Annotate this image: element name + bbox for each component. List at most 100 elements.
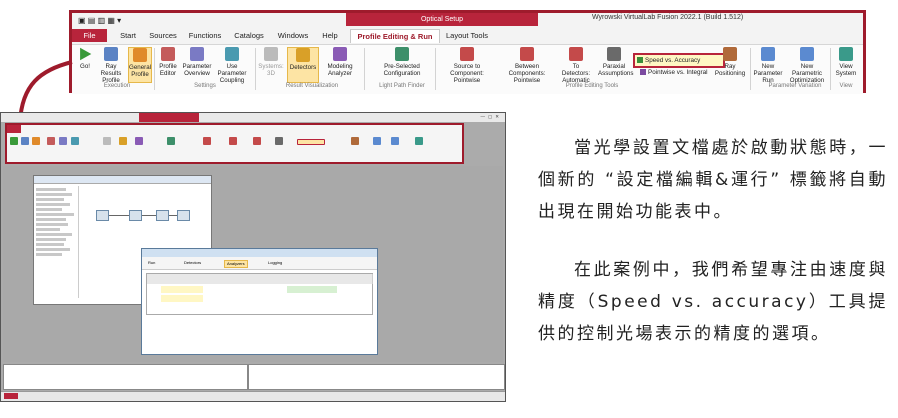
mini-optimization-icon[interactable] bbox=[391, 137, 399, 145]
modeling-analyzer-button[interactable]: Modeling Analyzer bbox=[322, 47, 358, 77]
source-node[interactable] bbox=[96, 210, 109, 221]
window-controls[interactable]: —▢✕ bbox=[480, 114, 502, 120]
component-node[interactable] bbox=[129, 210, 142, 221]
profile-table[interactable] bbox=[146, 273, 373, 315]
logging-button[interactable]: Logging bbox=[266, 260, 284, 266]
view-system-3d-icon bbox=[839, 47, 853, 61]
table-row[interactable] bbox=[287, 286, 337, 293]
new-parametric-optimization-button[interactable]: New Parametric Optimization bbox=[786, 47, 828, 84]
mini-paraxial-icon[interactable] bbox=[275, 137, 283, 145]
component-tree[interactable] bbox=[36, 186, 79, 298]
mini-run-icon[interactable] bbox=[373, 137, 381, 145]
profile-editor-toolbar: Run Detectors Analyzers Logging bbox=[142, 257, 377, 270]
optical-setup-header bbox=[34, 176, 211, 184]
table-header bbox=[147, 274, 204, 284]
pre-selected-configuration-icon bbox=[395, 47, 409, 61]
tab-functions[interactable]: Functions bbox=[185, 29, 225, 42]
ray-results-profile-button[interactable]: Ray Results Profile bbox=[96, 47, 126, 84]
new-parameter-run-button[interactable]: New Parameter Run bbox=[752, 47, 784, 84]
separator bbox=[364, 48, 365, 90]
mini-view-icon[interactable] bbox=[415, 137, 423, 145]
mini-analyzer-icon[interactable] bbox=[135, 137, 143, 145]
mini-overview-icon[interactable] bbox=[59, 137, 67, 145]
source-to-component-icon bbox=[460, 47, 474, 61]
use-parameter-coupling-button[interactable]: Use Parameter Coupling bbox=[214, 47, 250, 84]
mini-ray-icon[interactable] bbox=[21, 137, 29, 145]
paraxial-assumptions-icon bbox=[607, 47, 621, 61]
parameter-overview-button[interactable]: Parameter Overview bbox=[182, 47, 212, 77]
detector-node[interactable] bbox=[177, 210, 190, 221]
analyzers-button[interactable]: Analyzers bbox=[224, 260, 248, 268]
table-header bbox=[287, 274, 338, 284]
pre-selected-configuration-button[interactable]: Pre-Selected Configuration bbox=[372, 47, 432, 77]
table-header bbox=[203, 274, 288, 284]
tab-sources[interactable]: Sources bbox=[146, 29, 180, 42]
group-light-path-finder: Light Path Finder bbox=[379, 83, 425, 89]
tab-help[interactable]: Help bbox=[318, 29, 342, 42]
app-context-tab bbox=[139, 113, 199, 122]
separator bbox=[154, 48, 155, 90]
play-icon bbox=[80, 47, 92, 61]
mini-positioning-icon[interactable] bbox=[351, 137, 359, 145]
group-view: View bbox=[839, 83, 853, 89]
mini-play-icon[interactable] bbox=[10, 137, 18, 145]
detectors-icon bbox=[296, 48, 310, 62]
paragraph-1: 當光學設置文檔處於啟動狀態時，一個新的 “設定檔編輯&運行” 標籤將自動出現在開… bbox=[538, 138, 888, 222]
component-node[interactable] bbox=[156, 210, 169, 221]
mini-speed-icon[interactable] bbox=[297, 139, 325, 145]
between-components-button[interactable]: Between Components: Pointwise bbox=[498, 47, 556, 84]
app-ribbon-tabs bbox=[7, 125, 462, 133]
run-button[interactable]: Run bbox=[146, 260, 157, 266]
go-button[interactable]: Go! bbox=[76, 47, 94, 70]
paragraph-2: 在此案例中，我們希望專注由速度與精度（Speed vs. accuracy）工具… bbox=[538, 260, 888, 344]
mini-coupling-icon[interactable] bbox=[71, 137, 79, 145]
to-detectors-button[interactable]: To Detectors: Automatic bbox=[558, 47, 594, 84]
pointwise-vs-integral-button[interactable]: Pointwise vs. Integral bbox=[640, 69, 708, 76]
profile-editor-icon bbox=[161, 47, 175, 61]
modeling-analyzer-icon bbox=[333, 47, 347, 61]
mini-configuration-icon[interactable] bbox=[167, 137, 175, 145]
detectors-button[interactable]: Detectors bbox=[182, 260, 203, 266]
mini-detectors-icon[interactable] bbox=[119, 137, 127, 145]
source-to-component-button[interactable]: Source to Component: Pointwise bbox=[438, 47, 496, 84]
tab-start[interactable]: Start bbox=[114, 29, 142, 42]
ribbon-tabs: File Start Sources Functions Catalogs Wi… bbox=[72, 27, 863, 44]
mini-source-icon[interactable] bbox=[203, 137, 211, 145]
tab-file[interactable]: File bbox=[72, 29, 107, 42]
mini-between-icon[interactable] bbox=[229, 137, 237, 145]
profile-editor-button[interactable]: Profile Editor bbox=[156, 47, 180, 77]
speed-vs-accuracy-button[interactable]: Speed vs. Accuracy bbox=[633, 53, 725, 68]
mini-3d-icon[interactable] bbox=[103, 137, 111, 145]
table-row[interactable] bbox=[161, 295, 203, 302]
app-tab-file[interactable] bbox=[7, 125, 21, 133]
systems-3d-button[interactable]: Systems: 3D bbox=[258, 47, 284, 77]
detectors-button[interactable]: Detectors bbox=[287, 47, 319, 83]
ray-positioning-button[interactable]: Ray Positioning bbox=[714, 47, 746, 77]
paraxial-assumptions-button[interactable]: Paraxial Assumptions bbox=[598, 47, 633, 77]
to-detectors-icon bbox=[569, 47, 583, 61]
table-row[interactable] bbox=[161, 286, 203, 293]
speed-vs-accuracy-icon bbox=[637, 57, 643, 63]
separator bbox=[255, 48, 256, 90]
general-profile-button[interactable]: General Profile bbox=[128, 47, 152, 83]
detector-results-panel[interactable] bbox=[248, 364, 505, 390]
mini-to-detectors-icon[interactable] bbox=[253, 137, 261, 145]
link bbox=[109, 215, 129, 216]
tab-catalogs[interactable]: Catalogs bbox=[230, 29, 268, 42]
app-title-bar: —▢✕ bbox=[1, 113, 505, 122]
pointwise-vs-integral-icon bbox=[640, 69, 646, 76]
mini-profile-icon[interactable] bbox=[32, 137, 40, 145]
profile-editor-window[interactable]: Run Detectors Analyzers Logging bbox=[141, 248, 378, 355]
messages-panel[interactable] bbox=[3, 364, 248, 390]
mini-editor-icon[interactable] bbox=[47, 137, 55, 145]
ray-results-icon bbox=[104, 47, 118, 61]
parameter-coupling-icon bbox=[225, 47, 239, 61]
group-result-visualization: Result Visualization bbox=[285, 83, 339, 89]
ribbon-zoom-callout: ▣ ▤ ▥ ▦ ▾ Optical Setup Wyrowski Virtual… bbox=[69, 10, 866, 94]
tab-profile-editing-run[interactable]: Profile Editing & Run bbox=[350, 29, 440, 43]
link bbox=[169, 215, 177, 216]
description-text: 當光學設置文檔處於啟動狀態時，一個新的 “設定檔編輯&運行” 標籤將自動出現在開… bbox=[538, 132, 888, 350]
tab-windows[interactable]: Windows bbox=[273, 29, 313, 42]
view-system-button[interactable]: View System bbox=[832, 47, 860, 77]
tab-layout-tools[interactable]: Layout Tools bbox=[444, 29, 490, 42]
